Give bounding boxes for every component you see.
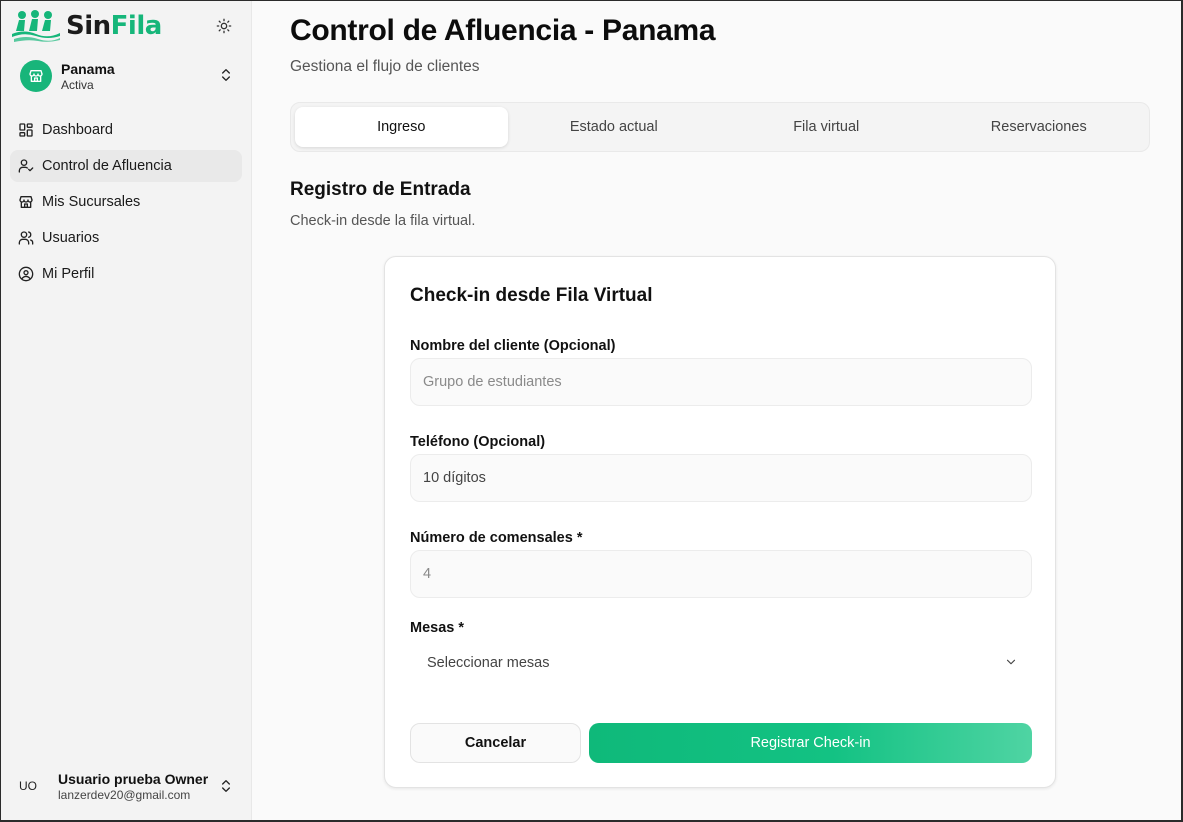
client-name-input[interactable]: [410, 358, 1032, 406]
phone-field-label: Teléfono (Opcional): [410, 434, 546, 450]
tab-reservaciones[interactable]: Reservaciones: [933, 107, 1146, 147]
store-icon: [18, 194, 34, 210]
guests-field-label: Número de comensales *: [410, 530, 583, 546]
page-subtitle: Gestiona el flujo de clientes: [290, 58, 480, 75]
sidebar-item-control-afluencia[interactable]: Control de Afluencia: [10, 150, 242, 182]
brand-logo[interactable]: SinFila: [10, 8, 162, 44]
branch-switcher[interactable]: Panama Activa: [10, 54, 242, 98]
form-title: Check-in desde Fila Virtual: [410, 285, 653, 306]
user-name: Usuario prueba Owner: [58, 770, 209, 787]
user-menu[interactable]: UO Usuario prueba Owner lanzerdev20@gmai…: [10, 764, 242, 808]
cancel-button[interactable]: Cancelar: [410, 723, 581, 763]
page-title: Control de Afluencia - Panama: [290, 14, 716, 47]
sidebar-item-perfil[interactable]: Mi Perfil: [10, 258, 242, 290]
brand-name: SinFila: [66, 11, 162, 41]
sidebar-item-sucursales[interactable]: Mis Sucursales: [10, 186, 242, 218]
tables-field-label: Mesas *: [410, 620, 465, 636]
sidebar-item-label: Dashboard: [42, 122, 113, 138]
section-description: Check-in desde la fila virtual.: [290, 213, 476, 229]
branch-name: Panama: [61, 60, 115, 77]
sidebar-nav: Dashboard Control de Afluencia Mis Sucur…: [10, 114, 242, 294]
register-checkin-button[interactable]: Registrar Check-in: [589, 723, 1032, 763]
tab-ingreso[interactable]: Ingreso: [295, 107, 508, 147]
user-check-icon: [18, 158, 34, 174]
phone-input[interactable]: [410, 454, 1032, 502]
dashboard-icon: [18, 122, 34, 138]
people-logo-icon: [12, 10, 60, 42]
branch-avatar: [20, 60, 52, 92]
avatar: UO: [19, 779, 37, 793]
checkin-form-card: Check-in desde Fila Virtual Nombre del c…: [384, 256, 1056, 788]
branch-status: Activa: [61, 77, 94, 92]
section-title: Registro de Entrada: [290, 179, 471, 200]
sidebar-item-label: Usuarios: [42, 230, 100, 246]
sidebar-item-label: Mi Perfil: [42, 266, 95, 282]
sidebar-item-label: Mis Sucursales: [42, 194, 141, 210]
sidebar-item-label: Control de Afluencia: [42, 158, 172, 174]
user-circle-icon: [18, 266, 34, 282]
tab-estado-actual[interactable]: Estado actual: [508, 107, 721, 147]
theme-toggle-button[interactable]: [213, 15, 235, 37]
sidebar-item-dashboard[interactable]: Dashboard: [10, 114, 242, 146]
chevron-down-icon: [1006, 659, 1016, 665]
sidebar: SinFila Panama Activa Dashboard Control …: [0, 0, 252, 822]
users-icon: [18, 230, 34, 246]
tables-select[interactable]: Seleccionar mesas: [410, 641, 1032, 685]
chevrons-up-down-icon: [222, 780, 230, 792]
name-field-label: Nombre del cliente (Opcional): [410, 338, 616, 354]
sun-icon: [216, 18, 232, 34]
guests-input[interactable]: [410, 550, 1032, 598]
main-content: Control de Afluencia - Panama Gestiona e…: [253, 0, 1181, 820]
tables-select-value: Seleccionar mesas: [427, 655, 550, 671]
user-email: lanzerdev20@gmail.com: [58, 787, 191, 802]
store-icon: [29, 70, 43, 82]
tab-bar: Ingreso Estado actual Fila virtual Reser…: [290, 102, 1150, 152]
chevrons-up-down-icon: [222, 69, 230, 81]
tab-fila-virtual[interactable]: Fila virtual: [720, 107, 933, 147]
sidebar-item-usuarios[interactable]: Usuarios: [10, 222, 242, 254]
